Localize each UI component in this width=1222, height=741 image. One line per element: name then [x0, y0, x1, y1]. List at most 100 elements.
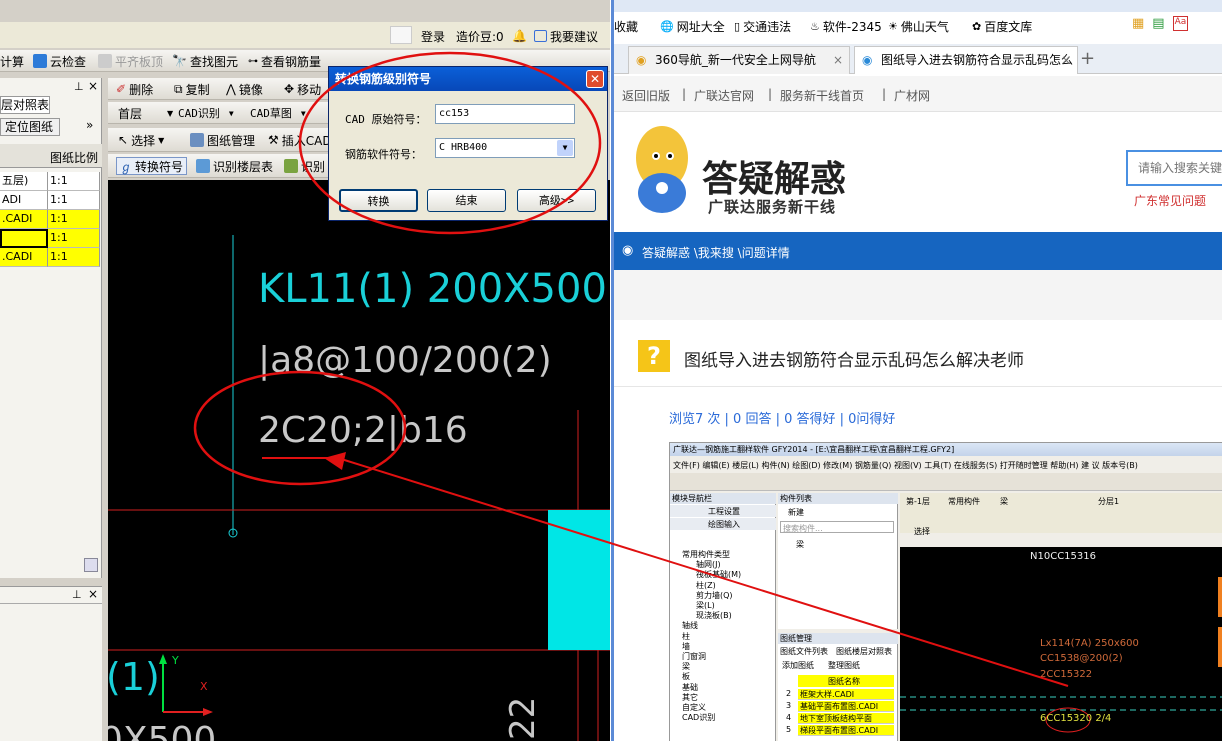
shot-beam-node[interactable]: 梁 — [796, 539, 804, 550]
layer-row-scale[interactable]: 1:1 — [48, 191, 100, 210]
close-icon[interactable]: × — [833, 47, 843, 73]
flat-top-button[interactable]: 平齐板顶 — [98, 52, 163, 70]
shot-drawing-name: 框架大样.CADI — [800, 690, 855, 699]
shot-layer[interactable]: 分层1 — [1098, 496, 1119, 507]
layer-row-scale[interactable]: 1:1 — [48, 210, 100, 229]
close-icon[interactable]: × — [1061, 47, 1071, 73]
cad-identify-select[interactable]: CAD识别 ▼ — [178, 104, 234, 122]
shot-new-button[interactable]: 新建 — [788, 507, 804, 518]
advanced-button[interactable]: 高级>> — [517, 189, 596, 212]
site-nav-link[interactable]: 服务新干线首页 — [780, 87, 864, 104]
layer-row-name[interactable] — [0, 229, 48, 248]
bookmark-item[interactable]: ☀ 佛山天气 — [888, 18, 949, 35]
layer-row-scale[interactable]: 1:1 — [48, 229, 100, 248]
suggest-button[interactable]: 我要建议 — [534, 27, 598, 45]
bookmark-item[interactable]: 🌐 网址大全 — [660, 18, 725, 35]
shot-drawing-tab-1[interactable]: 图纸文件列表 — [780, 646, 828, 657]
drawing-manage-button[interactable]: 图纸管理 — [190, 131, 255, 149]
cad-canvas[interactable]: KL11(1) 200X500 |a8@100/200(2) 2C20;2|b1… — [108, 180, 610, 741]
shot-add-drawing[interactable]: 添加图纸 — [782, 660, 814, 671]
insert-cad-button[interactable]: ⚒ 插入CAD — [268, 131, 332, 149]
vertical-dimension-text: 22 — [503, 696, 543, 740]
browser-tab[interactable]: ◉ 图纸导入进去钢筋符合显示乱码怎么 × — [854, 46, 1078, 74]
identify-layers-button[interactable]: 识别楼层表 — [196, 157, 273, 175]
bookmark-label: 百度文库 — [984, 20, 1033, 34]
bookmark-item[interactable]: ▯ 交通违法 — [734, 18, 791, 35]
shot-menu: 文件(F) 编辑(E) 楼层(L) 构件(N) 绘图(D) 修改(M) 钢筋量(… — [673, 461, 1138, 470]
shot-drawing-row[interactable]: 梯段平面布置图.CADI — [798, 725, 894, 736]
floor-select[interactable]: 首层 ▼ — [118, 104, 173, 122]
browser-tab[interactable]: ◉ 360导航_新一代安全上网导航 × — [628, 46, 850, 74]
layer-row-name[interactable]: .CADI — [0, 210, 48, 229]
drawing-manage-label: 图纸管理 — [207, 133, 256, 148]
calc-button[interactable]: 计算 — [0, 52, 24, 70]
shot-nav-item-1[interactable]: 工程设置 — [670, 505, 776, 517]
shot-nav-item-2[interactable]: 绘图输入 — [670, 518, 776, 530]
convert-symbol-button[interactable]: ℊ 转换符号 — [116, 157, 188, 175]
find-element-button[interactable]: 🔭 查找图元 — [172, 52, 238, 70]
cad-symbol-input[interactable]: cc153 — [435, 104, 575, 124]
layer-row-name[interactable]: ADI — [0, 191, 48, 210]
close-icon[interactable]: × — [88, 79, 98, 93]
layer-row-name[interactable]: 五层) — [0, 172, 48, 191]
select-label: 选择 — [131, 133, 156, 148]
shot-beam[interactable]: 梁 — [1000, 496, 1008, 507]
locate-drawing-button[interactable]: 定位图纸 — [0, 118, 60, 136]
shot-organize[interactable]: 整理图纸 — [828, 660, 860, 671]
shot-tree-item[interactable]: 现浇板(B) — [696, 610, 732, 621]
bookmark-item[interactable]: ✿ 百度文库 — [972, 18, 1032, 35]
shot-search-input[interactable]: 搜索构件... — [780, 521, 894, 533]
shot-drawing-row[interactable]: 基础平面布置图.CADI — [798, 701, 894, 712]
close-icon[interactable]: ✕ — [586, 70, 604, 88]
shot-drawing-row[interactable]: 地下室顶板结构平面 — [798, 713, 894, 724]
shot-floor[interactable]: 第-1层 — [906, 496, 930, 507]
delete-button[interactable]: ✐ 删除 — [116, 80, 153, 98]
shot-nav-header: 模块导航栏 — [670, 493, 776, 504]
cad-drawing-select[interactable]: CAD草图 ▼ — [250, 104, 306, 122]
layer-row-scale[interactable]: 1:1 — [48, 248, 100, 267]
select-button[interactable]: ↖ 选择 ▼ — [118, 131, 164, 149]
view-rebar-button[interactable]: ⊶ 查看钢筋量 — [248, 52, 321, 70]
layer-row-scale[interactable]: 1:1 — [48, 172, 100, 191]
faq-link[interactable]: 广东常见问题 — [1134, 192, 1206, 209]
end-button[interactable]: 结束 — [427, 189, 506, 212]
font-icon[interactable]: Aa — [1172, 16, 1189, 31]
pin-icon[interactable]: ⊥ — [72, 588, 82, 601]
scroll-right-button[interactable] — [84, 558, 98, 572]
site-nav-link[interactable]: 广材网 — [894, 87, 930, 104]
breadcrumb[interactable]: 答疑解惑 \我来搜 \问题详情 — [642, 244, 790, 261]
shot-tree-item[interactable]: CAD识别 — [682, 712, 715, 723]
bookmark-item[interactable]: 收藏 — [614, 18, 638, 35]
site-nav-link[interactable]: 返回旧版 — [622, 87, 670, 104]
search-input[interactable] — [1126, 150, 1222, 186]
chevron-down-icon[interactable]: ▼ — [557, 140, 573, 156]
close-icon[interactable]: × — [88, 587, 98, 601]
convert-toolbar: ℊ 转换符号 识别楼层表 识别 — [108, 154, 333, 178]
bell-icon[interactable]: 🔔 — [512, 27, 527, 45]
chevron-right-icon[interactable]: » — [86, 118, 93, 132]
book-icon[interactable]: ▤ — [1152, 16, 1164, 31]
shot-toolbar — [670, 473, 1222, 491]
site-nav-link[interactable]: 广联达官网 — [694, 87, 754, 104]
cloud-check-button[interactable]: 云检查 — [33, 52, 86, 70]
convert-button[interactable]: 转换 — [339, 189, 418, 212]
shot-drawing-tab-2[interactable]: 图纸楼层对照表 — [836, 646, 892, 657]
embedded-screenshot[interactable]: 广联达—钢筋施工翻样软件 GFY2014 - [E:\宜昌翻样工程\宜昌翻样工程… — [669, 442, 1222, 741]
dialog-title: 转换钢筋级别符号 — [329, 67, 607, 91]
shot-drawing-name: 梯段平面布置图.CADI — [800, 726, 879, 735]
grid-icon[interactable]: ▦ — [1132, 16, 1144, 31]
shot-drawing-row[interactable]: 框架大样.CADI — [798, 689, 894, 700]
soft-symbol-select[interactable]: C HRB400 ▼ — [435, 138, 575, 158]
shot-select[interactable]: 选择 — [914, 526, 930, 537]
move-button[interactable]: ✥ 移动 — [284, 80, 321, 98]
login-link[interactable]: 登录 — [421, 27, 445, 45]
shot-common[interactable]: 常用构件 — [948, 496, 980, 507]
identify-button[interactable]: 识别 — [284, 157, 325, 175]
tab-layer-table[interactable]: 层对照表 — [0, 96, 50, 114]
bookmark-item[interactable]: ♨ 软件-2345 — [810, 18, 882, 35]
new-tab-icon[interactable]: + — [1080, 48, 1095, 69]
mirror-button[interactable]: ⋀ 镜像 — [226, 80, 263, 98]
pin-icon[interactable]: ⊥ — [74, 80, 84, 93]
copy-button[interactable]: ⧉ 复制 — [174, 80, 210, 98]
layer-row-name[interactable]: .CADI — [0, 248, 48, 267]
